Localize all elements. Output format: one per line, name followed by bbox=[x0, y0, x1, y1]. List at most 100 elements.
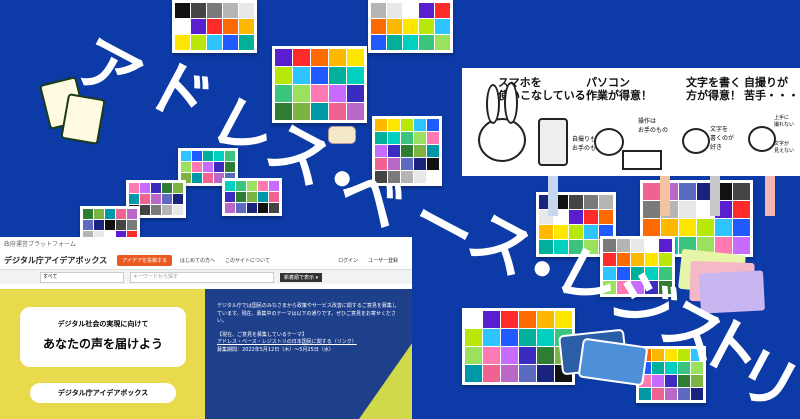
color-swatch bbox=[519, 365, 536, 382]
color-swatch bbox=[329, 103, 346, 120]
color-swatch bbox=[569, 195, 583, 209]
color-swatch bbox=[617, 281, 630, 294]
color-swatch bbox=[659, 239, 672, 252]
color-swatch bbox=[537, 365, 554, 382]
color-swatch bbox=[375, 145, 387, 157]
color-swatch bbox=[293, 103, 310, 120]
search-input[interactable]: キーワードから探す bbox=[130, 271, 274, 283]
arrow-down-icon bbox=[765, 176, 775, 216]
color-swatch bbox=[555, 311, 572, 328]
category-select[interactable]: すべて bbox=[40, 271, 124, 283]
post-idea-button[interactable]: アイデアを投稿する bbox=[117, 254, 172, 266]
rabbit-character-icon bbox=[594, 128, 624, 156]
color-swatch bbox=[347, 103, 364, 120]
color-swatch bbox=[483, 347, 500, 364]
nav-link-about[interactable]: このサイトについて bbox=[225, 257, 270, 264]
register-link[interactable]: ユーザー登録 bbox=[368, 257, 398, 264]
color-swatch bbox=[214, 151, 224, 161]
color-swatch bbox=[387, 19, 402, 34]
color-swatch bbox=[519, 311, 536, 328]
color-swatch bbox=[401, 171, 413, 183]
color-swatch bbox=[643, 183, 660, 200]
color-swatch bbox=[83, 220, 93, 230]
hero-description-panel: デジタル庁では国民のみなさまから政策やサービス改善に関するご意見を募集しています… bbox=[205, 289, 412, 419]
color-swatch bbox=[603, 253, 616, 266]
color-swatch bbox=[645, 267, 658, 280]
illustration-panel: スマホを 使いこなしている！ パソコン 作業が得意！ 文字を書く 方が得意！ 自… bbox=[462, 68, 800, 176]
color-swatch bbox=[414, 145, 426, 157]
color-swatch bbox=[519, 329, 536, 346]
color-swatch bbox=[181, 162, 191, 172]
color-swatch bbox=[140, 183, 150, 193]
hero-badge: デジタル庁アイデアボックス bbox=[30, 383, 176, 403]
color-swatch bbox=[105, 209, 115, 219]
color-swatch bbox=[347, 49, 364, 66]
color-swatch bbox=[427, 119, 439, 131]
color-swatch bbox=[140, 194, 150, 204]
color-swatch bbox=[483, 365, 500, 382]
hero-left-panel: デジタル社会の実現に向けて あなたの声を届けよう デジタル庁アイデアボックス bbox=[0, 289, 205, 419]
color-swatch bbox=[375, 119, 387, 131]
login-link[interactable]: ログイン bbox=[338, 257, 358, 264]
color-swatch bbox=[584, 225, 598, 239]
color-swatch bbox=[247, 203, 257, 213]
color-swatch bbox=[162, 183, 172, 193]
color-swatch bbox=[659, 253, 672, 266]
id-card-icon bbox=[328, 126, 356, 144]
color-swatch bbox=[329, 85, 346, 102]
color-swatch bbox=[465, 329, 482, 346]
color-swatch bbox=[275, 67, 292, 84]
color-swatch bbox=[173, 183, 183, 193]
color-swatch bbox=[275, 49, 292, 66]
arrow-down-icon bbox=[548, 176, 558, 216]
color-swatch bbox=[275, 85, 292, 102]
color-swatch bbox=[539, 240, 553, 254]
color-swatch bbox=[151, 205, 161, 215]
sort-button[interactable]: 新着順で表示 ▾ bbox=[280, 272, 323, 282]
color-swatch bbox=[715, 219, 732, 236]
color-swatch bbox=[679, 183, 696, 200]
color-swatch bbox=[127, 209, 137, 219]
color-swatch bbox=[419, 35, 434, 50]
color-swatch bbox=[691, 388, 703, 400]
color-swatch bbox=[371, 35, 386, 50]
nav-link-beginners[interactable]: はじめての方へ bbox=[180, 257, 215, 264]
color-swatch bbox=[419, 19, 434, 34]
color-swatch bbox=[191, 3, 206, 18]
title-char: リ bbox=[722, 333, 800, 419]
title-char: ス bbox=[456, 197, 546, 292]
color-swatch bbox=[388, 158, 400, 170]
color-swatch bbox=[223, 3, 238, 18]
color-swatch bbox=[347, 85, 364, 102]
color-swatch bbox=[665, 388, 677, 400]
color-swatch bbox=[603, 239, 616, 252]
site-logo[interactable]: デジタル庁アイデアボックス bbox=[4, 255, 107, 266]
color-swatch bbox=[140, 205, 150, 215]
color-swatch bbox=[661, 219, 678, 236]
color-swatch bbox=[151, 194, 161, 204]
color-swatch bbox=[539, 225, 553, 239]
color-swatch bbox=[414, 158, 426, 170]
color-swatch bbox=[329, 49, 346, 66]
color-swatch bbox=[617, 253, 630, 266]
color-swatch bbox=[311, 103, 328, 120]
color-swatch bbox=[127, 220, 137, 230]
color-swatch bbox=[375, 158, 387, 170]
color-swatch bbox=[435, 3, 450, 18]
decor-triangle bbox=[352, 329, 412, 419]
color-swatch bbox=[569, 240, 583, 254]
title-char: ・ bbox=[296, 133, 386, 228]
color-swatch bbox=[223, 19, 238, 34]
color-swatch bbox=[665, 375, 677, 387]
rabbit-character-icon bbox=[682, 128, 710, 154]
color-swatch bbox=[631, 267, 644, 280]
color-swatch bbox=[236, 181, 246, 191]
smartphone-icon bbox=[538, 118, 568, 166]
color-swatch bbox=[129, 194, 139, 204]
color-swatch bbox=[697, 219, 714, 236]
color-swatch bbox=[733, 219, 750, 236]
color-swatch bbox=[691, 375, 703, 387]
color-swatch bbox=[679, 219, 696, 236]
color-swatch bbox=[519, 347, 536, 364]
color-swatch bbox=[371, 19, 386, 34]
